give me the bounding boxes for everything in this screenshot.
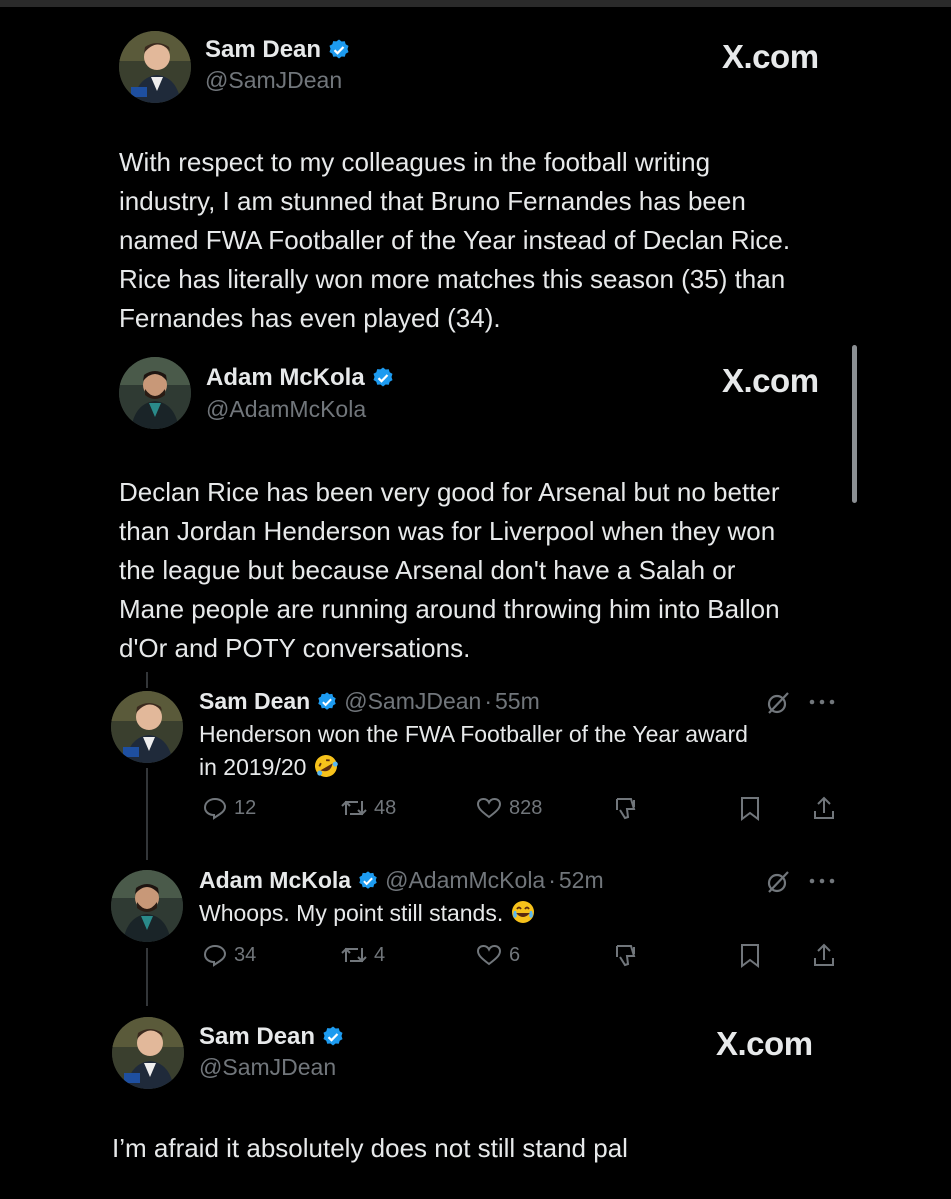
verified-badge-icon: [373, 367, 393, 387]
author-handle[interactable]: @SamJDean: [199, 1054, 336, 1081]
tweet-line: d'Or and POTY conversations.: [119, 633, 471, 663]
tweet-line: the league but because Arsenal don't hav…: [119, 555, 736, 585]
reply-header: Adam McKola @AdamMcKola · 52m: [199, 867, 604, 894]
tears-of-joy-emoji: [511, 901, 534, 923]
dislike-icon[interactable]: [611, 795, 639, 823]
reply-line-text: Whoops. My point still stands.: [199, 900, 504, 926]
rolling-on-floor-laughing-emoji: [314, 755, 338, 777]
reply-text: Henderson won the FWA Footballer of the …: [199, 718, 748, 784]
reply-timestamp[interactable]: 55m: [495, 688, 540, 715]
verified-badge-icon: [318, 691, 336, 710]
tweet-line: With respect to my colleagues in the foo…: [119, 147, 711, 177]
grok-icon[interactable]: [765, 869, 791, 895]
tweet-line: Declan Rice has been very good for Arsen…: [119, 477, 780, 507]
reply-timestamp[interactable]: 52m: [559, 867, 604, 894]
reply-count: 12: [234, 796, 257, 819]
thread-line: [146, 672, 148, 688]
avatar[interactable]: [111, 691, 183, 763]
reply-icon: [203, 797, 227, 820]
reply-author-handle[interactable]: @SamJDean: [344, 688, 481, 715]
verified-badge-icon: [329, 39, 349, 59]
reply-button[interactable]: 12: [202, 795, 256, 821]
like-icon: [476, 797, 502, 819]
reply-author-name[interactable]: Adam McKola: [199, 867, 351, 894]
x-watermark: X.com: [722, 362, 819, 400]
verified-badge-icon: [359, 870, 377, 889]
separator-dot: ·: [484, 688, 493, 714]
repost-count: 4: [374, 943, 386, 966]
like-count: 828: [509, 796, 543, 819]
repost-button[interactable]: 48: [340, 795, 396, 821]
repost-button[interactable]: 4: [340, 942, 385, 968]
reply-header: Sam Dean @SamJDean · 55m: [199, 688, 540, 715]
x-watermark: X.com: [716, 1025, 813, 1063]
bookmark-icon[interactable]: [737, 795, 763, 823]
tweet-line: named FWA Footballer of the Year instead…: [119, 225, 791, 255]
avatar[interactable]: [112, 1017, 184, 1089]
grok-icon[interactable]: [765, 690, 791, 716]
x-watermark-text: X.com: [722, 362, 819, 399]
more-icon[interactable]: [808, 698, 836, 706]
repost-icon: [341, 800, 367, 816]
author-name[interactable]: Sam Dean: [205, 36, 321, 64]
reply-count: 34: [234, 943, 257, 966]
like-count: 6: [509, 943, 521, 966]
tweet-line: Rice has literally won more matches this…: [119, 264, 786, 294]
x-watermark-text: X.com: [722, 38, 819, 75]
share-icon[interactable]: [811, 942, 837, 970]
top-bar: [0, 0, 951, 7]
like-button[interactable]: 828: [475, 795, 542, 821]
dislike-icon[interactable]: [611, 942, 639, 970]
x-watermark: X.com: [722, 38, 819, 76]
repost-count: 48: [374, 796, 397, 819]
quoted-tweet-body: Declan Rice has been very good for Arsen…: [119, 473, 780, 668]
scrollbar[interactable]: [852, 345, 857, 503]
like-icon: [476, 944, 502, 966]
x-watermark-text: X.com: [716, 1025, 813, 1062]
reply-line-text: in 2019/20: [199, 754, 307, 780]
tweet-body: I’m afraid it absolutely does not still …: [112, 1133, 628, 1163]
tweet-line: Mane people are running around throwing …: [119, 594, 780, 624]
tweet-line: industry, I am stunned that Bruno Fernan…: [119, 186, 746, 216]
more-icon[interactable]: [808, 877, 836, 885]
avatar[interactable]: [111, 870, 183, 942]
bookmark-icon[interactable]: [737, 942, 763, 970]
separator-dot: ·: [548, 867, 556, 893]
avatar[interactable]: [119, 31, 191, 103]
verified-badge-icon: [323, 1026, 343, 1046]
thread-line: [146, 948, 148, 1006]
thread-line: [146, 768, 148, 860]
reply-icon: [203, 944, 227, 967]
author-handle[interactable]: @SamJDean: [205, 67, 342, 94]
tweet-body: With respect to my colleagues in the foo…: [119, 143, 790, 338]
reply-text: Whoops. My point still stands.: [199, 897, 536, 930]
tweet-line: Fernandes has even played (34).: [119, 303, 501, 333]
reply-button[interactable]: 34: [202, 942, 256, 968]
quoted-author-handle[interactable]: @AdamMcKola: [206, 396, 366, 423]
reply-line: in 2019/20: [199, 751, 748, 784]
reply-author-handle[interactable]: @AdamMcKola: [385, 867, 545, 894]
reply-author-name[interactable]: Sam Dean: [199, 688, 310, 715]
tweet-line: than Jordan Henderson was for Liverpool …: [119, 516, 776, 546]
quoted-author-name[interactable]: Adam McKola: [206, 364, 365, 392]
author-name[interactable]: Sam Dean: [199, 1023, 315, 1051]
share-icon[interactable]: [811, 795, 837, 823]
reply-line: Henderson won the FWA Footballer of the …: [199, 721, 748, 747]
like-button[interactable]: 6: [475, 942, 520, 968]
avatar[interactable]: [119, 357, 191, 429]
repost-icon: [341, 947, 367, 963]
